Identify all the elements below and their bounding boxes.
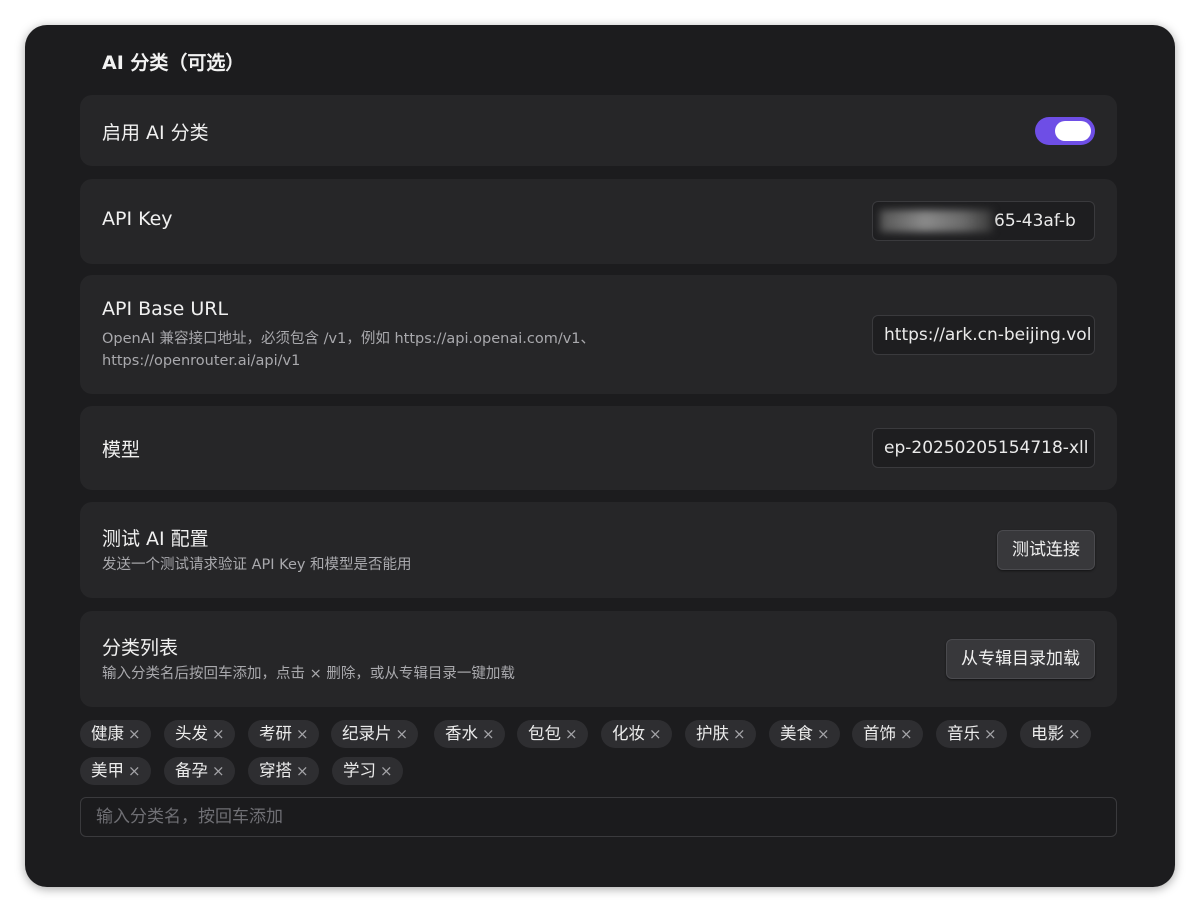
model-field[interactable]: ep-20250205154718-xll (872, 428, 1095, 468)
add-category-input[interactable]: 输入分类名，按回车添加 (80, 797, 1117, 837)
category-tag: 包包 × (517, 720, 588, 748)
category-tag-label: 音乐 (947, 724, 980, 743)
remove-tag-icon[interactable]: × (212, 725, 225, 743)
category-tag: 护肤 × (685, 720, 756, 748)
category-tag: 美食 × (769, 720, 840, 748)
api-key-field[interactable]: 65-43af-b (872, 201, 1095, 241)
category-list-description: 输入分类名后按回车添加，点击 × 删除，或从专辑目录一键加载 (102, 666, 515, 682)
remove-tag-icon[interactable]: × (296, 725, 309, 743)
remove-tag-icon[interactable]: × (900, 725, 913, 743)
category-tag: 穿搭 × (248, 757, 319, 785)
category-tag-label: 美甲 (91, 761, 124, 780)
remove-tag-icon[interactable]: × (733, 725, 746, 743)
test-ai-label: 测试 AI 配置 (102, 528, 209, 550)
category-tag-label: 化妆 (612, 724, 645, 743)
model-card: 模型 ep-20250205154718-xll (80, 406, 1117, 490)
category-tag: 备孕 × (164, 757, 235, 785)
remove-tag-icon[interactable]: × (1068, 725, 1081, 743)
category-tag-label: 学习 (343, 761, 376, 780)
category-tag: 健康 × (80, 720, 151, 748)
category-tag-label: 穿搭 (259, 761, 292, 780)
category-tag-label: 备孕 (175, 761, 208, 780)
remove-tag-icon[interactable]: × (296, 762, 309, 780)
category-tag: 美甲 × (80, 757, 151, 785)
test-connection-button[interactable]: 测试连接 (997, 530, 1095, 570)
enable-ai-toggle[interactable] (1035, 117, 1095, 145)
category-tag: 音乐 × (936, 720, 1007, 748)
category-tag-label: 首饰 (863, 724, 896, 743)
api-key-card: API Key 65-43af-b (80, 179, 1117, 264)
remove-tag-icon[interactable]: × (649, 725, 662, 743)
category-tag: 头发 × (164, 720, 235, 748)
enable-ai-label: 启用 AI 分类 (102, 122, 209, 144)
remove-tag-icon[interactable]: × (212, 762, 225, 780)
section-title: AI 分类（可选） (102, 52, 245, 74)
enable-ai-card: 启用 AI 分类 (80, 95, 1117, 166)
remove-tag-icon[interactable]: × (380, 762, 393, 780)
remove-tag-icon[interactable]: × (128, 762, 141, 780)
base-url-card: API Base URL OpenAI 兼容接口地址，必须包含 /v1，例如 h… (80, 275, 1117, 394)
base-url-field[interactable]: https://ark.cn-beijing.vol (872, 315, 1095, 355)
remove-tag-icon[interactable]: × (128, 725, 141, 743)
category-tag: 化妆 × (601, 720, 672, 748)
base-url-label: API Base URL (102, 298, 229, 320)
settings-window: AI 分类（可选） 启用 AI 分类 API Key 65-43af-b API… (25, 25, 1175, 887)
category-tag: 电影 × (1020, 720, 1091, 748)
test-ai-description: 发送一个测试请求验证 API Key 和模型是否能用 (102, 557, 412, 573)
category-list-label: 分类列表 (102, 637, 179, 659)
redacted-key-mask (880, 210, 992, 232)
model-label: 模型 (102, 439, 141, 461)
category-tag: 纪录片 × (331, 720, 419, 748)
toggle-knob (1055, 121, 1091, 141)
base-url-description: OpenAI 兼容接口地址，必须包含 /v1，例如 https://api.op… (102, 331, 596, 369)
category-tag-label: 考研 (259, 724, 292, 743)
remove-tag-icon[interactable]: × (817, 725, 830, 743)
remove-tag-icon[interactable]: × (482, 725, 495, 743)
add-category-placeholder: 输入分类名，按回车添加 (96, 807, 283, 827)
category-tag: 香水 × (434, 720, 505, 748)
category-tag-label: 香水 (445, 724, 478, 743)
category-tag-label: 包包 (528, 724, 561, 743)
category-tag-label: 护肤 (696, 724, 729, 743)
category-tag-label: 头发 (175, 724, 208, 743)
category-tag-label: 美食 (780, 724, 813, 743)
remove-tag-icon[interactable]: × (396, 725, 409, 743)
category-tag: 学习 × (332, 757, 403, 785)
test-ai-card: 测试 AI 配置 发送一个测试请求验证 API Key 和模型是否能用 测试连接 (80, 502, 1117, 598)
api-key-label: API Key (102, 208, 173, 230)
category-tag-label: 健康 (91, 724, 124, 743)
category-tag: 首饰 × (852, 720, 923, 748)
remove-tag-icon[interactable]: × (565, 725, 578, 743)
category-tag-label: 电影 (1031, 724, 1064, 743)
remove-tag-icon[interactable]: × (984, 725, 997, 743)
category-tag: 考研 × (248, 720, 319, 748)
load-from-album-button[interactable]: 从专辑目录加载 (946, 639, 1095, 679)
category-list-card: 分类列表 输入分类名后按回车添加，点击 × 删除，或从专辑目录一键加载 从专辑目… (80, 611, 1117, 707)
api-key-suffix: 65-43af-b (994, 211, 1076, 231)
category-tag-label: 纪录片 (342, 724, 392, 743)
